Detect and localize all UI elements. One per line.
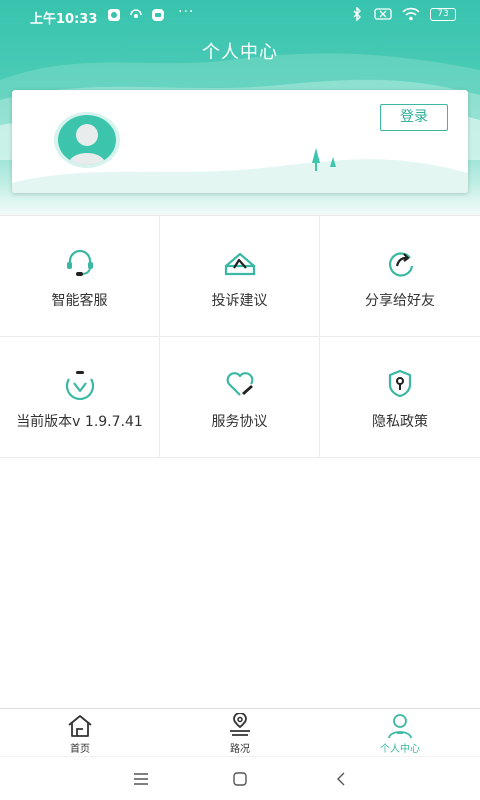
profile-card: 登录 bbox=[12, 90, 468, 193]
back-icon[interactable] bbox=[331, 769, 351, 789]
heart-pen-icon bbox=[226, 372, 253, 396]
login-button[interactable]: 登录 bbox=[380, 104, 448, 131]
shield-notification-icon bbox=[108, 9, 120, 21]
tab-profile[interactable]: 个人中心 bbox=[320, 709, 480, 756]
menu-row: 智能客服 投诉建议 分享给好友 bbox=[0, 216, 480, 337]
tab-traffic-label: 路况 bbox=[230, 744, 250, 755]
road-location-icon bbox=[230, 713, 250, 736]
service-agreement-label: 服务协议 bbox=[211, 414, 268, 430]
default-avatar-icon bbox=[68, 124, 106, 165]
system-navigation-bar bbox=[0, 756, 480, 800]
page-title: 个人中心 bbox=[202, 42, 278, 63]
customer-service-item[interactable]: 智能客服 bbox=[0, 216, 160, 336]
menu-grid: 智能客服 投诉建议 分享给好友 当前版本v 1.9.7.41 服务协议 隐私政策 bbox=[0, 215, 480, 458]
customer-service-label: 智能客服 bbox=[51, 293, 108, 309]
status-bar: 上午10:33 ··· 73 bbox=[0, 0, 480, 32]
menu-icon[interactable] bbox=[131, 769, 151, 789]
envelope-icon bbox=[224, 252, 255, 276]
no-sim-icon bbox=[374, 8, 392, 20]
share-friends-item[interactable]: 分享给好友 bbox=[320, 216, 480, 336]
bluetooth-icon bbox=[353, 7, 361, 21]
more-notifications-icon: ··· bbox=[178, 4, 195, 20]
tab-profile-label: 个人中心 bbox=[380, 744, 420, 755]
message-notification-icon bbox=[152, 9, 164, 21]
tab-traffic[interactable]: 路况 bbox=[160, 709, 320, 756]
battery-icon: 73 bbox=[430, 7, 456, 21]
bottom-tab-bar: 首页 路况 个人中心 bbox=[0, 708, 480, 756]
shield-key-icon bbox=[388, 369, 412, 398]
avatar[interactable] bbox=[54, 112, 120, 168]
share-friends-label: 分享给好友 bbox=[365, 293, 435, 309]
tab-home[interactable]: 首页 bbox=[0, 709, 160, 756]
current-version-label: 当前版本v 1.9.7.41 bbox=[16, 414, 143, 430]
privacy-policy-label: 隐私政策 bbox=[372, 414, 428, 430]
share-icon bbox=[389, 252, 414, 277]
wifi-hotspot-icon bbox=[130, 9, 142, 18]
wifi-icon bbox=[402, 7, 420, 21]
status-time: 上午10:33 bbox=[30, 12, 98, 27]
privacy-policy-item[interactable]: 隐私政策 bbox=[320, 337, 480, 457]
complaint-suggestion-item[interactable]: 投诉建议 bbox=[160, 216, 320, 336]
complaint-suggestion-label: 投诉建议 bbox=[211, 293, 268, 309]
home-icon bbox=[68, 715, 92, 737]
menu-row: 当前版本v 1.9.7.41 服务协议 隐私政策 bbox=[0, 337, 480, 458]
home-button-icon[interactable] bbox=[230, 769, 250, 789]
service-agreement-item[interactable]: 服务协议 bbox=[160, 337, 320, 457]
version-icon bbox=[65, 371, 94, 400]
headset-icon bbox=[66, 249, 93, 276]
person-icon bbox=[388, 714, 412, 739]
tab-home-label: 首页 bbox=[70, 744, 90, 755]
current-version-item[interactable]: 当前版本v 1.9.7.41 bbox=[0, 337, 160, 457]
